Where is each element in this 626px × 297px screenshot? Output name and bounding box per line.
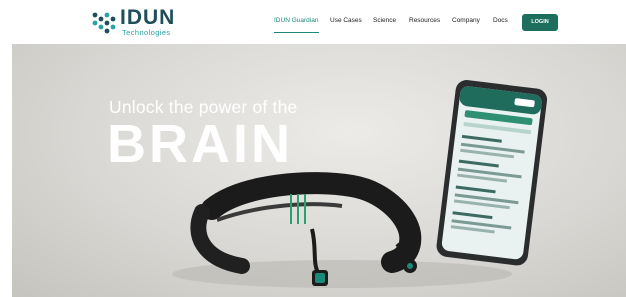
nav-item-company[interactable]: Company [452,17,480,24]
logo-dots-icon [92,12,116,34]
brand-subtitle: Technologies [122,28,171,37]
brand-logo[interactable]: IDUN Technologies [92,6,182,37]
nav-item-docs[interactable]: Docs [493,17,508,24]
nav-item-resources[interactable]: Resources [409,17,440,24]
top-navigation-bar: IDUN Technologies IDUN Guardian Use Case… [0,0,626,44]
nav-item-idun-guardian[interactable]: IDUN Guardian [274,17,318,24]
hero-headline: BRAIN [107,114,293,174]
nav-item-science[interactable]: Science [373,17,396,24]
active-nav-indicator [274,32,319,33]
brand-name: IDUN [120,6,176,29]
nav-item-use-cases[interactable]: Use Cases [330,17,362,24]
login-button[interactable]: LOGIN [522,14,558,31]
hero-banner: Unlock the power of the BRAIN [12,44,626,297]
hero-product-image [172,80,548,288]
